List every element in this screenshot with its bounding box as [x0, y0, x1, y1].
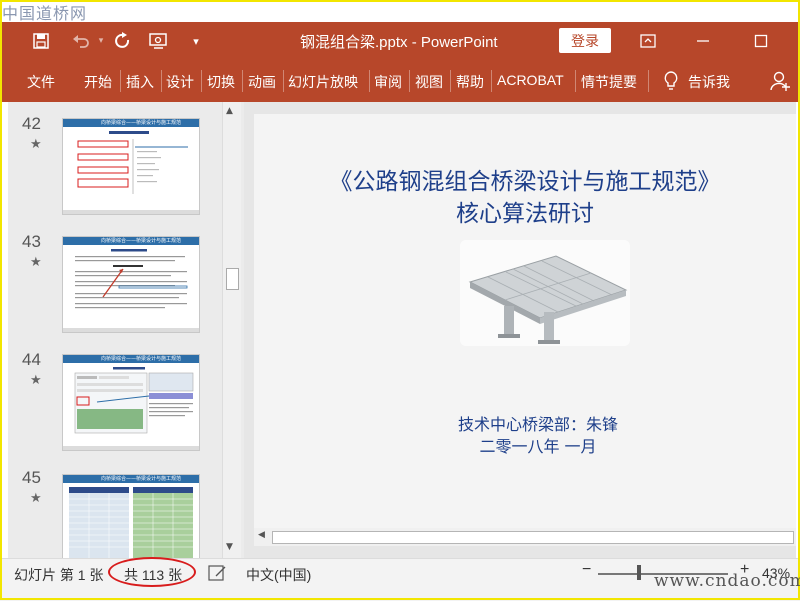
- lightbulb-icon[interactable]: [664, 71, 678, 95]
- present-icon[interactable]: [146, 29, 172, 53]
- thumbnails-scrollbar[interactable]: ▲ ▼: [222, 102, 241, 558]
- share-user-icon[interactable]: [770, 70, 792, 92]
- tell-me-search[interactable]: 告诉我: [688, 72, 730, 92]
- tab-view[interactable]: 视图: [415, 72, 443, 92]
- thumb-content-graphic: [77, 131, 188, 194]
- slide-number: 44: [22, 350, 41, 369]
- slide-thumbnail-43[interactable]: 向桥梁综合——桥梁设计与施工规范: [62, 236, 200, 333]
- tab-separator: [491, 70, 492, 92]
- tab-animations[interactable]: 动画: [248, 72, 276, 92]
- scroll-left-icon[interactable]: ◀: [258, 530, 265, 540]
- tab-separator: [575, 70, 576, 92]
- author-line1: 技术中心桥梁部：朱锋: [457, 415, 618, 434]
- slide-number: 43: [22, 232, 41, 251]
- slide-title[interactable]: 《公路钢混组合桥梁设计与施工规范》 核心算法研讨: [254, 166, 796, 230]
- save-icon[interactable]: [28, 29, 54, 53]
- tab-acrobat[interactable]: ACROBAT: [497, 72, 564, 88]
- tab-storyboard[interactable]: 情节提要: [581, 72, 637, 92]
- scroll-thumb[interactable]: [226, 268, 239, 290]
- notes-edit-icon[interactable]: [208, 564, 228, 587]
- tab-separator: [450, 70, 451, 92]
- tab-insert[interactable]: 插入: [126, 72, 154, 92]
- window-title: 钢混组合梁.pptx - PowerPoint: [300, 31, 498, 52]
- slide-thumbnails-pane: 42 ★ 向桥梁综合——桥梁设计与施工规范 43 ★ 向桥梁综合——桥梁设计与施…: [8, 102, 244, 558]
- slide-author[interactable]: 技术中心桥梁部：朱锋 二零一八年 一月: [254, 414, 800, 458]
- thumb-content-graphic: [75, 249, 188, 309]
- language-indicator[interactable]: 中文(中国): [246, 565, 311, 585]
- slide-info: 幻灯片 第 1 张: [14, 567, 104, 583]
- login-button[interactable]: 登录: [559, 28, 611, 53]
- maximize-icon[interactable]: [746, 28, 776, 54]
- file-name: 钢混组合梁.pptx: [300, 34, 408, 51]
- animation-star-icon: ★: [30, 373, 42, 388]
- scroll-up-icon[interactable]: ▲: [226, 106, 233, 116]
- tab-separator: [648, 70, 649, 92]
- author-line2: 二零一八年 一月: [479, 437, 597, 456]
- current-slide[interactable]: 《公路钢混组合桥梁设计与施工规范》 核心算法研讨 技术中心桥梁部：朱锋 二零一八…: [254, 114, 796, 528]
- slide-number: 45: [22, 468, 41, 487]
- customize-icon[interactable]: ▾: [183, 29, 209, 53]
- tab-separator: [283, 70, 284, 92]
- tab-transitions[interactable]: 切换: [207, 72, 235, 92]
- watermark-top: 中国道桥网: [2, 4, 88, 23]
- scroll-down-icon[interactable]: ▼: [226, 542, 233, 552]
- tab-slideshow[interactable]: 幻灯片放映: [288, 72, 358, 92]
- redo-icon[interactable]: [110, 29, 136, 53]
- animation-star-icon: ★: [30, 491, 42, 506]
- tab-separator: [120, 70, 121, 92]
- bridge-model-image[interactable]: [460, 240, 630, 346]
- slide-title-line1: 《公路钢混组合桥梁设计与施工规范》: [329, 169, 721, 195]
- slide-thumbnail-45[interactable]: 向桥梁综合——桥梁设计与施工规范: [62, 474, 200, 558]
- animation-star-icon: ★: [30, 137, 42, 152]
- tab-separator: [409, 70, 410, 92]
- watermark-bottom: www.cndao.com: [654, 571, 800, 591]
- tab-separator: [242, 70, 243, 92]
- ribbon-display-icon[interactable]: [633, 28, 663, 54]
- thumb-content-graphic: [74, 367, 194, 434]
- slide-thumbnail-44[interactable]: 向桥梁综合——桥梁设计与施工规范: [62, 354, 200, 451]
- zoom-out-button[interactable]: −: [582, 561, 591, 579]
- thumb-content-graphic: [69, 487, 193, 558]
- tab-help[interactable]: 帮助: [456, 72, 484, 92]
- app-name: PowerPoint: [420, 34, 498, 51]
- tab-separator: [369, 70, 370, 92]
- zoom-slider-thumb[interactable]: [637, 565, 641, 580]
- minimize-icon[interactable]: [688, 28, 718, 54]
- tab-separator: [201, 70, 202, 92]
- editor-horizontal-scrollbar[interactable]: ◀: [254, 528, 796, 546]
- slide-title-line2: 核心算法研讨: [456, 201, 594, 227]
- slide-number: 42: [22, 114, 41, 133]
- tab-file[interactable]: 文件: [27, 72, 55, 92]
- tab-separator: [161, 70, 162, 92]
- tab-review[interactable]: 审阅: [374, 72, 402, 92]
- highlight-ellipse: [108, 557, 196, 587]
- scroll-thumb-horizontal[interactable]: [272, 531, 794, 544]
- animation-star-icon: ★: [30, 255, 42, 270]
- tab-home[interactable]: 开始: [84, 72, 112, 92]
- title-separator: -: [411, 34, 417, 51]
- ribbon-tabs: 文件 开始 插入 设计 切换 动画 幻灯片放映 审阅 视图 帮助 ACROBAT…: [0, 60, 800, 102]
- tab-design[interactable]: 设计: [166, 72, 194, 92]
- slide-thumbnail-42[interactable]: 向桥梁综合——桥梁设计与施工规范: [62, 118, 200, 215]
- title-bar: ▾ ▾ 钢混组合梁.pptx - PowerPoint 登录: [0, 22, 800, 60]
